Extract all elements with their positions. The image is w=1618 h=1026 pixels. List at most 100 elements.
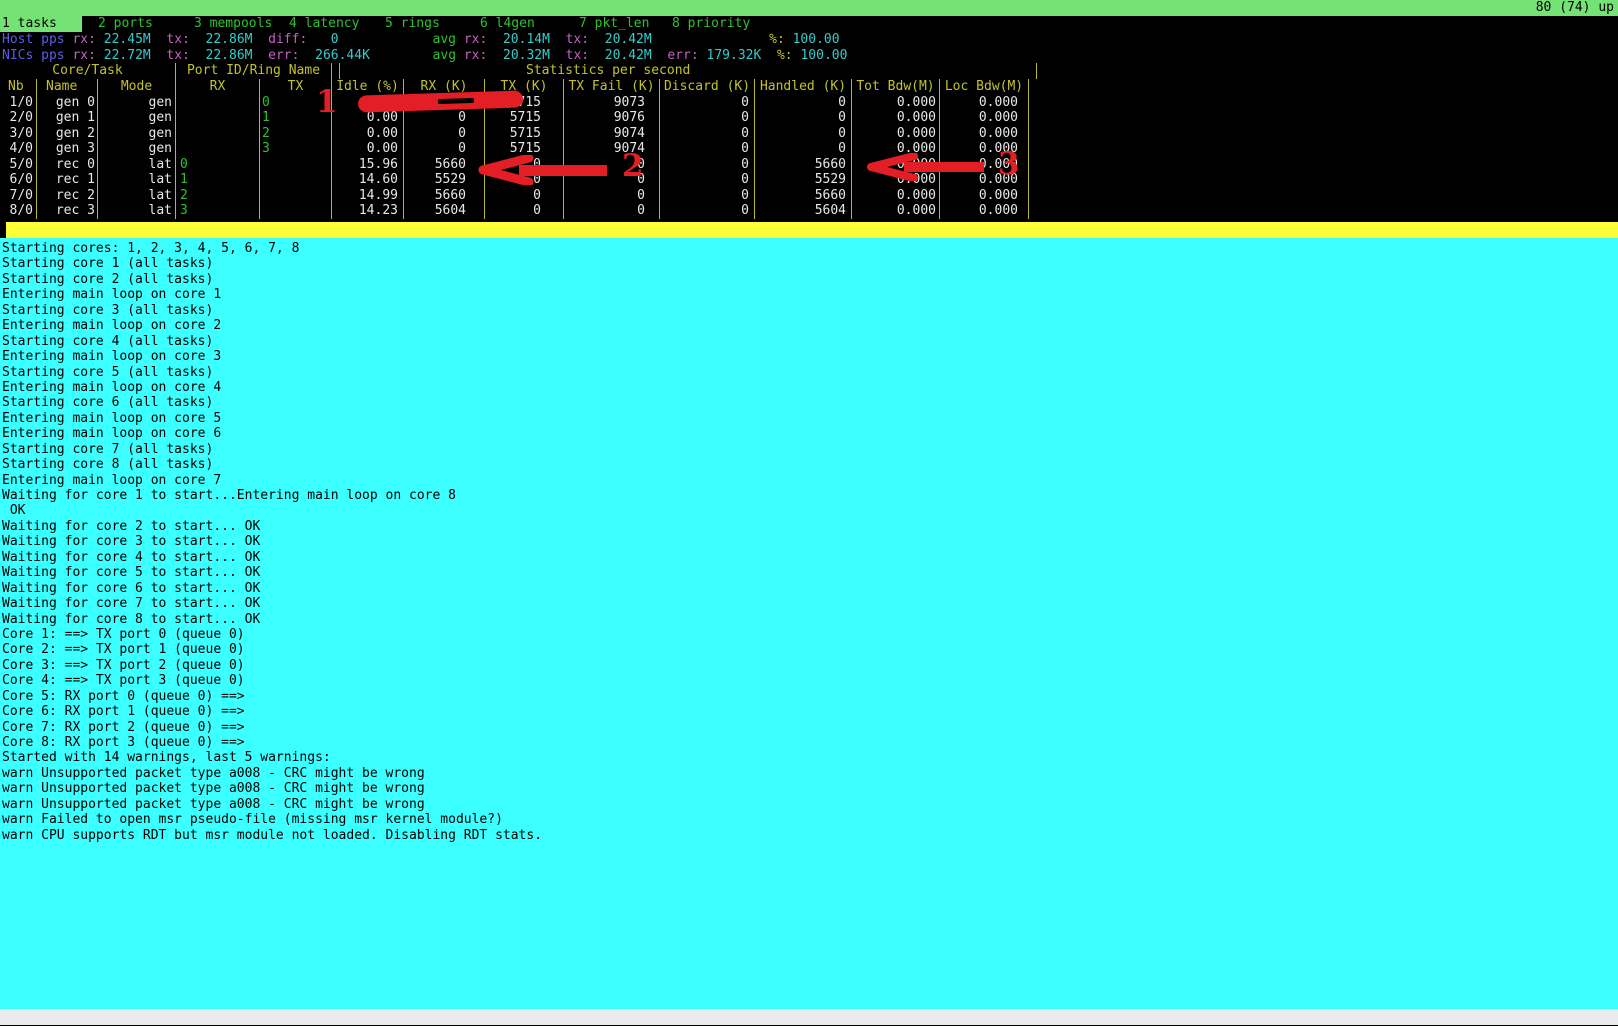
annotation-digit-2: 2 xyxy=(622,151,644,182)
log-line: Entering main loop on core 3 xyxy=(2,349,1618,364)
stat-segment: %: xyxy=(777,48,800,63)
table-cell: 9073 xyxy=(564,95,660,110)
table-cell: 5660 xyxy=(755,157,852,172)
table-cell: 1/0 xyxy=(0,95,37,110)
stat-segment xyxy=(339,32,433,47)
table-cell: lat xyxy=(98,172,176,187)
per-core-stats-table: Core/TaskPort ID/Ring NameStatistics per… xyxy=(0,63,1037,219)
log-line: warn Unsupported packet type a008 - CRC … xyxy=(2,781,1618,796)
log-line: Waiting for core 3 to start... OK xyxy=(2,534,1618,549)
table-row: 8/0rec 3lat314.23560400056040.0000.000 xyxy=(0,203,1037,218)
log-line: Waiting for core 2 to start... OK xyxy=(2,519,1618,534)
stats-line: NICs pps rx: 22.72M tx: 22.86M err: 266.… xyxy=(2,48,847,64)
table-cell: gen 1 xyxy=(37,110,98,125)
log-line: Starting core 2 (all tasks) xyxy=(2,272,1618,287)
log-line: Entering main loop on core 6 xyxy=(2,426,1618,441)
column-header: Idle (%) xyxy=(332,79,404,95)
stat-segment xyxy=(151,32,167,47)
stat-segment: rx: xyxy=(464,48,495,63)
startup-log: Starting cores: 1, 2, 3, 4, 5, 6, 7, 8St… xyxy=(0,238,1618,1009)
table-cell: 0 xyxy=(755,126,852,141)
group-port-ring: Port ID/Ring Name xyxy=(176,63,332,79)
log-line: OK xyxy=(2,503,1618,518)
column-header: Tot Bdw(M) xyxy=(852,79,940,95)
table-cell: 0 xyxy=(660,95,755,110)
table-group-header-row: Core/TaskPort ID/Ring NameStatistics per… xyxy=(0,63,1037,79)
stat-segment: 20.42M xyxy=(597,32,652,47)
tab-pkt-len[interactable]: 7 pkt_len xyxy=(577,16,649,32)
cursor-notch xyxy=(0,222,6,238)
stat-segment xyxy=(253,32,269,47)
column-header: Loc Bdw(M) xyxy=(940,79,1029,95)
table-cell: 0.000 xyxy=(852,95,940,110)
log-line: Core 1: ==> TX port 0 (queue 0) xyxy=(2,627,1618,642)
log-line: Starting core 8 (all tasks) xyxy=(2,457,1618,472)
table-cell: 0 xyxy=(564,203,660,218)
stat-segment: tx: xyxy=(166,48,197,63)
log-line: Waiting for core 5 to start... OK xyxy=(2,565,1618,580)
table-cell xyxy=(176,110,260,125)
group-spacer xyxy=(332,63,340,79)
status-bar: Enter 'help' or command, <ESC> or 'quit'… xyxy=(0,1009,1618,1025)
table-cell xyxy=(176,126,260,141)
table-cell: 9076 xyxy=(564,110,660,125)
tab-l4gen[interactable]: 6 l4gen xyxy=(478,16,535,32)
log-line: Starting cores: 1, 2, 3, 4, 5, 6, 7, 8 xyxy=(2,241,1618,256)
tab-priority[interactable]: 8 priority xyxy=(670,16,750,32)
log-line: warn Unsupported packet type a008 - CRC … xyxy=(2,797,1618,812)
table-row: 3/0gen 2gen20.00057159074000.0000.000 xyxy=(0,126,1037,141)
table-cell: 0 xyxy=(660,203,755,218)
log-line: Core 8: RX port 3 (queue 0) ==> xyxy=(2,735,1618,750)
table-cell: lat xyxy=(98,157,176,172)
stat-segment: 20.14M xyxy=(495,32,550,47)
stat-segment: err: xyxy=(667,48,706,63)
tab-mempools[interactable]: 3 mempools xyxy=(192,16,272,32)
table-cell: 15.96 xyxy=(332,157,404,172)
table-cell: 14.99 xyxy=(332,188,404,203)
column-header: Discard (K) xyxy=(660,79,755,95)
table-cell: 0.000 xyxy=(940,110,1029,125)
log-line: Waiting for core 7 to start... OK xyxy=(2,596,1618,611)
log-line: Entering main loop on core 7 xyxy=(2,473,1618,488)
table-cell: 7/0 xyxy=(0,188,37,203)
table-cell: 5660 xyxy=(755,188,852,203)
annotation-left-arrow-2 xyxy=(477,155,609,185)
tab-latency[interactable]: 4 latency xyxy=(287,16,359,32)
prox-terminal[interactable]: prox v0.39: Basic Gen x4 80 (74) up 1 ta… xyxy=(0,0,1618,1026)
table-cell: 2 xyxy=(260,126,332,141)
stat-segment: rx: xyxy=(72,48,103,63)
table-cell: gen xyxy=(98,110,176,125)
table-cell: 14.23 xyxy=(332,203,404,218)
table-cell xyxy=(176,95,260,110)
table-cell: 0 xyxy=(404,141,485,156)
table-cell: 1 xyxy=(176,172,260,187)
tab-rings[interactable]: 5 rings xyxy=(383,16,440,32)
log-line: Core 2: ==> TX port 1 (queue 0) xyxy=(2,642,1618,657)
table-cell xyxy=(260,188,332,203)
stat-segment: 22.72M xyxy=(104,48,151,63)
stat-segment: rx: xyxy=(72,32,103,47)
table-cell xyxy=(176,141,260,156)
table-cell: 0 xyxy=(755,110,852,125)
stat-segment xyxy=(151,48,167,63)
table-cell: gen xyxy=(98,141,176,156)
log-line: Starting core 1 (all tasks) xyxy=(2,256,1618,271)
log-line: Core 3: ==> TX port 2 (queue 0) xyxy=(2,658,1618,673)
table-cell: 5529 xyxy=(755,172,852,187)
table-cell xyxy=(260,203,332,218)
table-cell: 2/0 xyxy=(0,110,37,125)
table-row: 2/0gen 1gen10.00057159076000.0000.000 xyxy=(0,110,1037,125)
tab-ports[interactable]: 2 ports xyxy=(96,16,153,32)
table-cell: 0 xyxy=(404,126,485,141)
stat-segment xyxy=(652,48,668,63)
log-line: Core 5: RX port 0 (queue 0) ==> xyxy=(2,689,1618,704)
stat-segment: 100.00 xyxy=(800,48,847,63)
log-line: Starting core 3 (all tasks) xyxy=(2,303,1618,318)
table-cell: 5/0 xyxy=(0,157,37,172)
tab-tasks[interactable]: 1 tasks xyxy=(0,16,82,32)
table-cell: 0 xyxy=(755,95,852,110)
uptime-counter: 80 (74) up xyxy=(1536,0,1614,16)
throughput-summary: Host pps rx: 22.45M tx: 22.86M diff: 0 a… xyxy=(2,32,847,63)
table-cell: 0.000 xyxy=(940,126,1029,141)
table-cell: lat xyxy=(98,203,176,218)
